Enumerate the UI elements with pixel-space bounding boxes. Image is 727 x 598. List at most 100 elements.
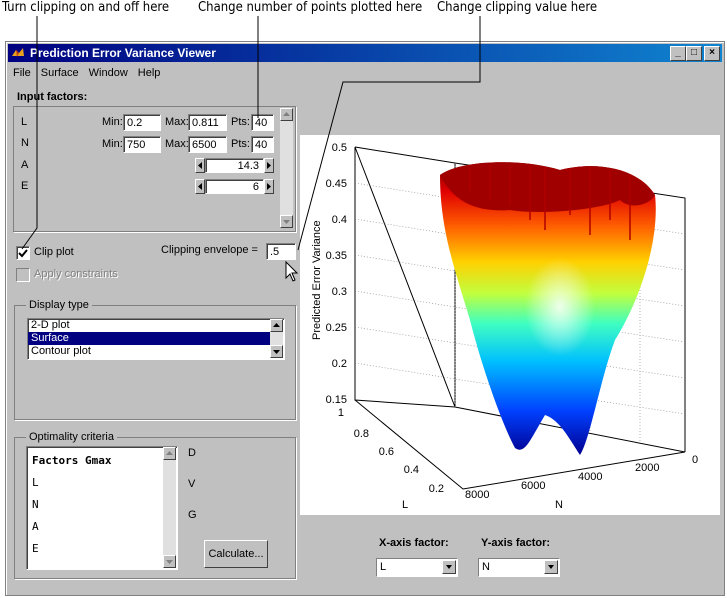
arrow-left-icon <box>198 183 202 190</box>
n-axis-label: N <box>555 499 563 511</box>
display-option-contour[interactable]: Contour plot <box>28 345 270 358</box>
title-bar[interactable]: Prediction Error Variance Viewer _ □ × <box>8 44 722 62</box>
matlab-logo-icon <box>12 48 24 57</box>
callout-clip: Turn clipping on and off here <box>2 0 170 15</box>
increment-e-button[interactable] <box>264 179 274 194</box>
menu-help[interactable]: Help <box>133 64 166 82</box>
max-input-n[interactable]: 6500 <box>188 136 227 153</box>
arrow-right-icon <box>267 183 271 190</box>
factor-name-l: L <box>21 116 28 128</box>
decrement-e-button[interactable] <box>195 179 205 194</box>
criterion-v-label: V <box>188 478 196 490</box>
optimality-scrollbar[interactable] <box>163 447 176 568</box>
y-axis-factor-select[interactable]: N <box>478 558 560 577</box>
display-option-2d[interactable]: 2-D plot <box>28 319 270 332</box>
menu-bar: File Surface Window Help <box>8 64 722 82</box>
l-tick: 1 <box>338 407 344 419</box>
optimality-legend: Optimality criteria <box>26 431 117 443</box>
optimality-row-n: N <box>32 498 39 511</box>
n-tick: 4000 <box>578 471 602 483</box>
scroll-down-button[interactable] <box>280 215 293 228</box>
chevron-down-icon <box>548 565 554 569</box>
surface-plot[interactable]: 0.5 0.45 0.4 0.35 0.3 0.25 0.2 0.15 Pred… <box>300 135 720 515</box>
max-label-n: Max: <box>165 138 189 150</box>
chevron-down-icon <box>446 565 452 569</box>
close-button[interactable]: × <box>704 46 720 61</box>
display-type-legend: Display type <box>26 299 92 311</box>
pts-input-n[interactable]: 40 <box>251 136 274 153</box>
optimality-header: Factors Gmax <box>32 454 112 467</box>
input-factors-heading: Input factors: <box>17 91 88 103</box>
menu-surface[interactable]: Surface <box>36 64 84 82</box>
optimality-listbox[interactable]: Factors Gmax L N A E <box>26 446 178 570</box>
z-tick: 0.4 <box>332 214 347 226</box>
criterion-g-label: G <box>188 509 197 521</box>
arrow-down-icon <box>273 350 280 354</box>
z-tick: 0.5 <box>332 142 347 154</box>
min-label-l: Min: <box>102 116 123 128</box>
x-axis-factor-label: X-axis factor: <box>379 537 449 549</box>
pts-label-n: Pts: <box>231 138 250 150</box>
z-tick: 0.15 <box>326 394 347 406</box>
z-tick: 0.3 <box>332 286 347 298</box>
y-axis-dropdown-button[interactable] <box>544 560 558 574</box>
factor-name-n: N <box>21 137 29 149</box>
window-title: Prediction Error Variance Viewer <box>30 46 216 60</box>
factor-name-e: E <box>21 180 29 192</box>
x-axis-factor-select[interactable]: L <box>376 558 458 577</box>
n-tick: 8000 <box>465 489 489 501</box>
opt-scroll-down-button[interactable] <box>163 555 176 568</box>
menu-window[interactable]: Window <box>84 64 133 82</box>
l-tick: 0.6 <box>379 446 394 458</box>
arrow-up-icon <box>273 323 280 327</box>
value-input-e[interactable]: 6 <box>205 179 264 194</box>
l-tick: 0.2 <box>429 483 444 495</box>
arrow-down-icon <box>283 220 290 224</box>
z-tick: 0.25 <box>326 322 347 334</box>
increment-a-button[interactable] <box>264 158 274 173</box>
callout-points: Change number of points plotted here <box>198 0 423 15</box>
input-factors-scrollbar[interactable] <box>280 108 293 228</box>
decrement-a-button[interactable] <box>195 158 205 173</box>
display-type-listbox[interactable]: 2-D plot Surface Contour plot <box>27 318 285 360</box>
min-input-l[interactable]: 0.2 <box>123 114 161 131</box>
arrow-right-icon <box>267 162 271 169</box>
apply-constraints-label: Apply constraints <box>34 268 118 280</box>
z-tick: 0.45 <box>326 178 347 190</box>
checkmark-icon <box>18 249 28 258</box>
arrow-up-icon <box>166 451 173 455</box>
scroll-up-button[interactable] <box>280 108 293 121</box>
pts-input-l[interactable]: 40 <box>251 114 274 131</box>
n-tick: 2000 <box>635 462 659 474</box>
value-input-a[interactable]: 14.3 <box>205 158 264 173</box>
callout-clipval: Change clipping value here <box>437 0 598 15</box>
display-option-surface[interactable]: Surface <box>28 332 270 345</box>
arrow-up-icon <box>283 112 290 116</box>
calculate-button[interactable]: Calculate... <box>204 540 268 568</box>
optimality-row-l: L <box>32 476 39 489</box>
criterion-d-label: D <box>188 447 196 459</box>
display-type-scrollbar[interactable] <box>270 319 283 358</box>
clipping-envelope-input[interactable]: .5 <box>266 243 296 260</box>
list-scroll-down-button[interactable] <box>270 345 283 358</box>
list-scroll-up-button[interactable] <box>270 319 283 332</box>
z-tick: 0.35 <box>326 250 347 262</box>
min-input-n[interactable]: 750 <box>123 136 161 153</box>
max-label-l: Max: <box>165 116 189 128</box>
z-axis-label: Predicted Error Variance <box>311 220 323 340</box>
apply-constraints-checkbox[interactable] <box>16 268 30 282</box>
optimality-row-a: A <box>32 520 39 533</box>
n-tick: 6000 <box>521 480 545 492</box>
maximize-button[interactable]: □ <box>686 46 702 61</box>
z-tick: 0.2 <box>332 358 347 370</box>
l-tick: 0.8 <box>354 428 369 440</box>
n-tick: 0 <box>692 454 698 466</box>
x-axis-dropdown-button[interactable] <box>442 560 456 574</box>
max-input-l[interactable]: 0.811 <box>188 114 227 131</box>
menu-file[interactable]: File <box>8 64 36 82</box>
opt-scroll-up-button[interactable] <box>163 447 176 460</box>
minimize-button[interactable]: _ <box>670 46 686 61</box>
optimality-row-e: E <box>32 542 39 555</box>
clip-plot-checkbox[interactable] <box>16 246 30 260</box>
x-axis-factor-value: L <box>380 561 387 573</box>
